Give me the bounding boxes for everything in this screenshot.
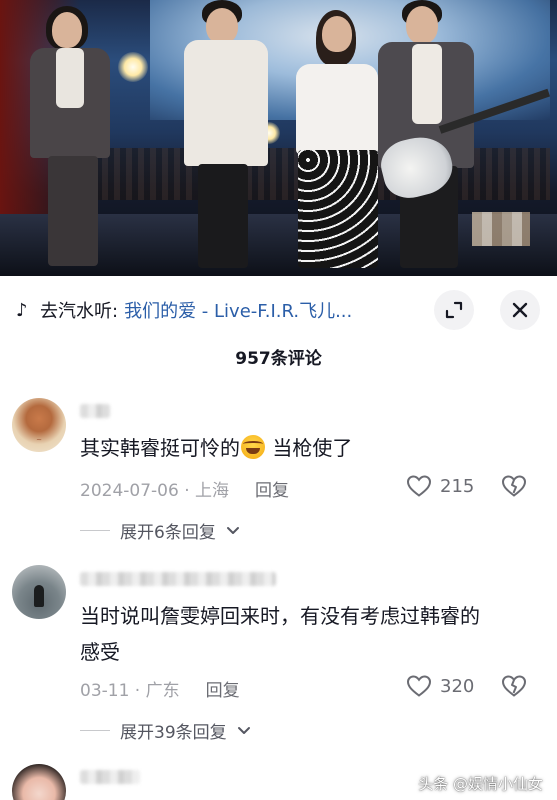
broken-heart-icon [501, 675, 527, 697]
like-button[interactable]: 215 [406, 474, 474, 498]
mosaic-patch [472, 212, 530, 246]
video-player[interactable] [0, 0, 557, 276]
music-link-bar[interactable]: ♪ 去汽水听: 我们的爱 - Live-F.I.R.飞儿... [16, 296, 352, 324]
avatar-image-caption: ~ [36, 436, 42, 444]
music-song-title[interactable]: 我们的爱 - Live-F.I.R.飞儿... [124, 297, 352, 323]
music-note-icon: ♪ [16, 299, 28, 321]
expand-icon [445, 301, 463, 319]
expand-replies-button[interactable]: 展开6条回复 [80, 518, 240, 543]
divider-line [80, 730, 110, 731]
dislike-button[interactable] [500, 672, 528, 700]
comment-text: 当时说叫詹雯婷回来时，有没有考虑过韩睿的 感受 [80, 598, 540, 670]
like-count: 215 [440, 475, 475, 497]
expand-replies-label: 展开6条回复 [120, 523, 216, 543]
comment-text-part: 其实韩睿挺可怜的 [80, 436, 240, 460]
username-blurred[interactable] [80, 770, 140, 784]
expand-replies-label: 展开39条回复 [120, 723, 227, 743]
comment-count: 957条评论 [235, 349, 322, 369]
chevron-down-icon [237, 726, 250, 734]
expand-replies-button[interactable]: 展开39条回复 [80, 718, 251, 743]
divider-line [80, 530, 110, 531]
chevron-down-icon [226, 526, 239, 534]
comment-meta: 2024-07-06 · 上海 回复 [80, 476, 289, 501]
comment-date-location: 03-11 · 广东 [80, 681, 180, 701]
comment-meta: 03-11 · 广东 回复 [80, 676, 240, 701]
avatar[interactable]: ~ [12, 398, 66, 452]
comment-text-line: 当时说叫詹雯婷回来时，有没有考虑过韩睿的 [80, 604, 480, 628]
like-button[interactable]: 320 [406, 674, 474, 698]
heart-icon [406, 475, 432, 497]
close-icon [512, 302, 528, 318]
close-button[interactable] [500, 290, 540, 330]
avatar[interactable] [12, 764, 66, 800]
laughing-emoji-icon [241, 435, 265, 459]
username-blurred[interactable] [80, 572, 276, 586]
dislike-button[interactable] [500, 472, 528, 500]
comment-sheet: ♪ 去汽水听: 我们的爱 - Live-F.I.R.飞儿... 957条评论 ~… [0, 276, 557, 800]
music-prefix: 去汽水听: [40, 301, 119, 322]
reply-button[interactable]: 回复 [255, 476, 289, 501]
comment-text-part: 当枪使了 [272, 436, 353, 460]
username-blurred[interactable] [80, 404, 110, 418]
comment-text: 其实韩睿挺可怜的 当枪使了 [80, 430, 540, 466]
comment-date-location: 2024-07-06 · 上海 [80, 481, 230, 501]
avatar[interactable] [12, 565, 66, 619]
broken-heart-icon [501, 475, 527, 497]
expand-button[interactable] [434, 290, 474, 330]
reply-button[interactable]: 回复 [206, 676, 240, 701]
like-count: 320 [440, 675, 475, 697]
stage-spotlight [118, 52, 148, 82]
heart-icon [406, 675, 432, 697]
comment-text-line: 感受 [80, 640, 120, 664]
watermark: 头条 @娱情小仙女 [418, 775, 543, 793]
